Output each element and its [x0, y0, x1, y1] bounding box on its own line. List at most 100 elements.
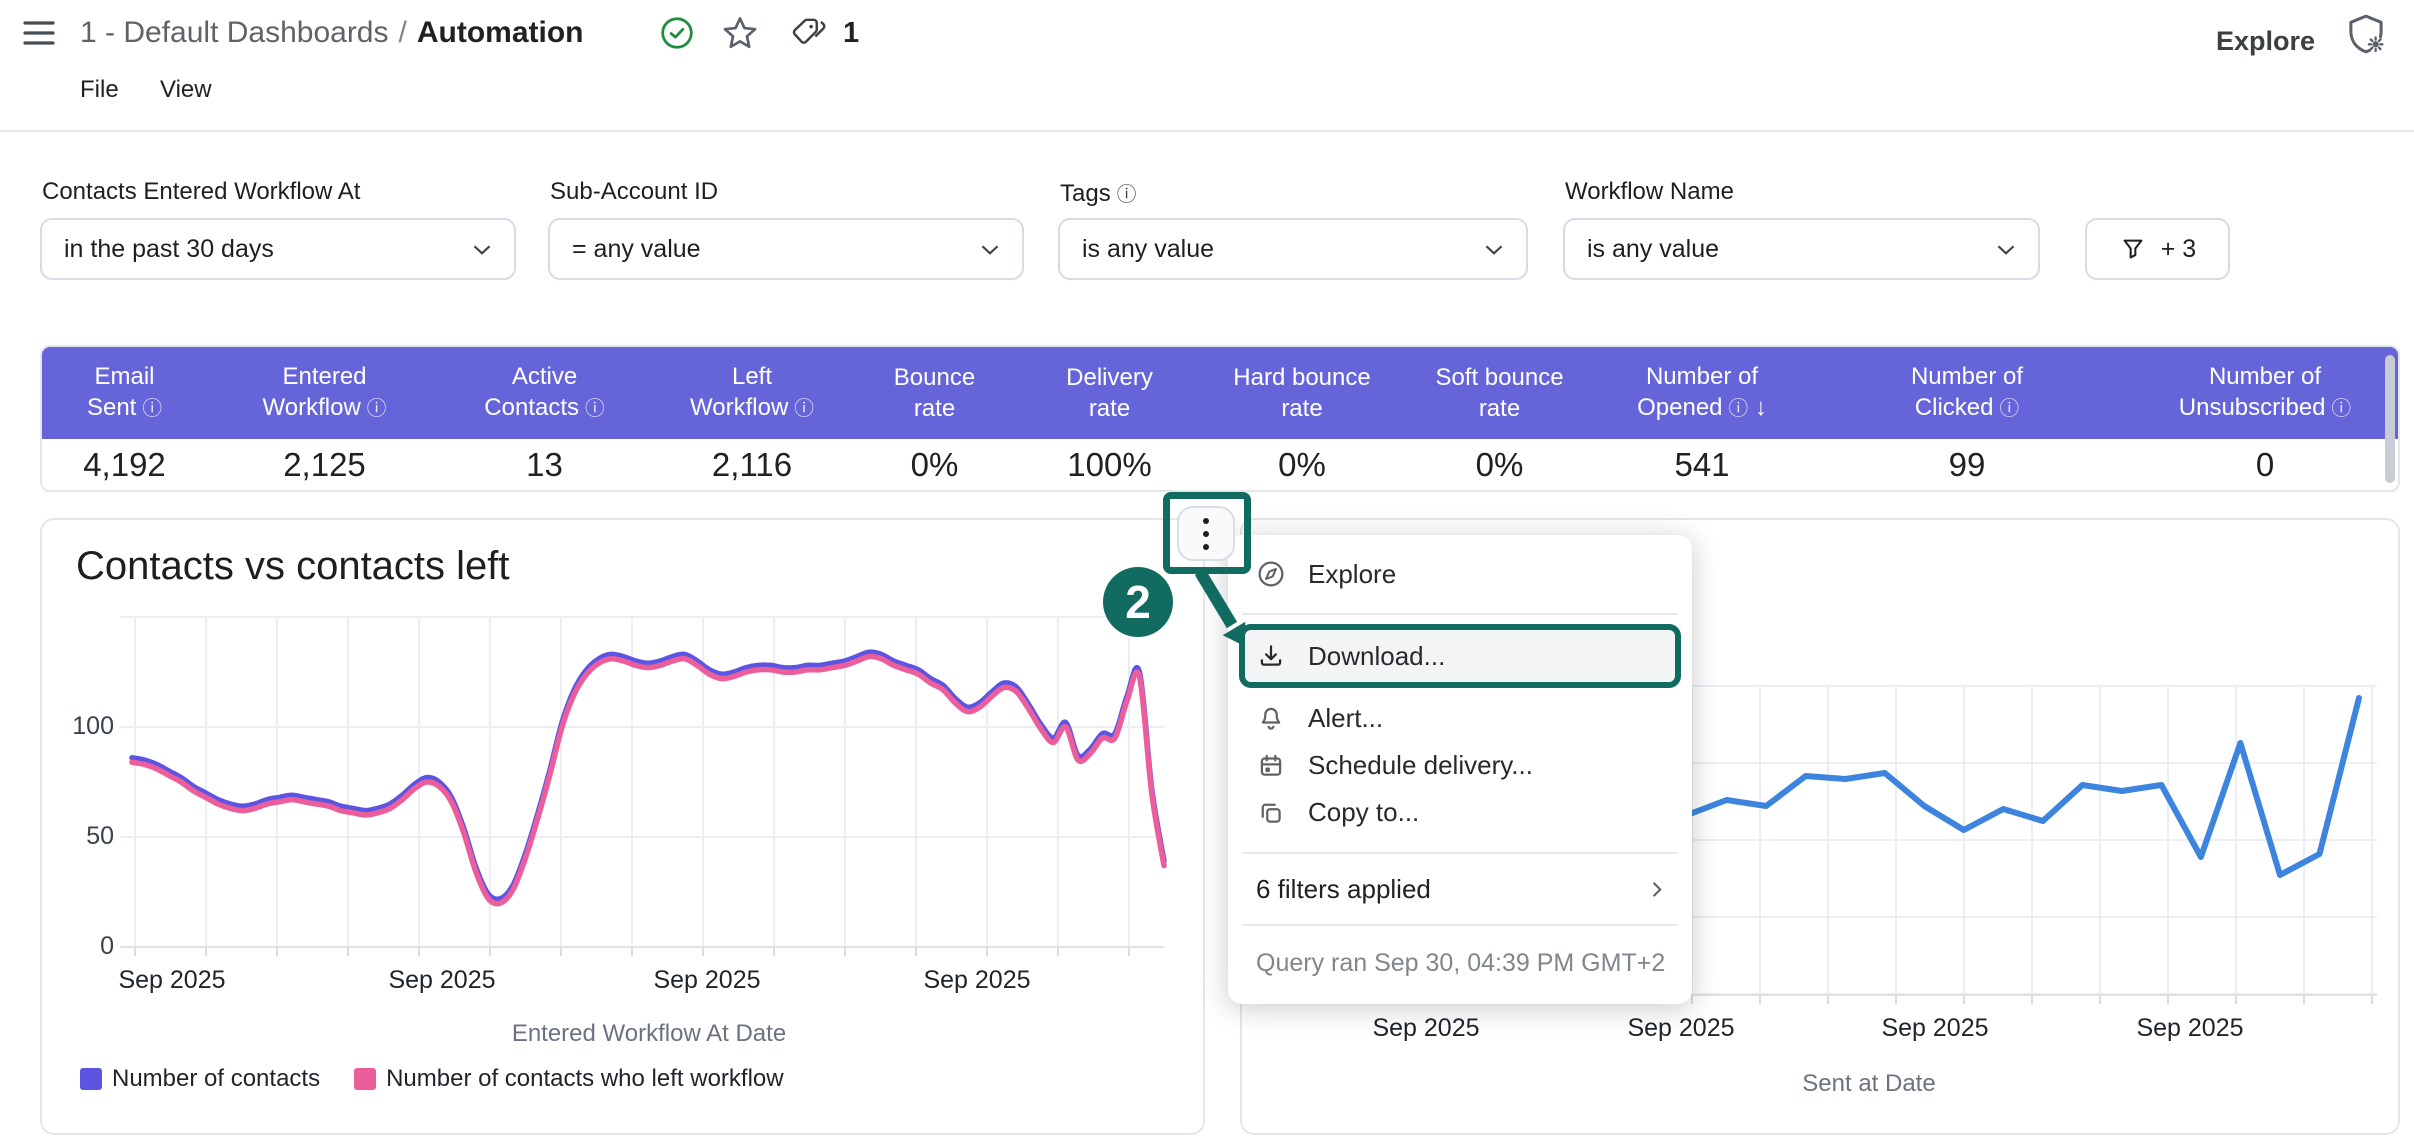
- x-axis-title: Entered Workflow At Date: [449, 1020, 849, 1048]
- table-header-row: EmailSentⓘEnteredWorkflowⓘActiveContacts…: [42, 347, 2398, 439]
- breadcrumb-root[interactable]: 1 - Default Dashboards: [80, 16, 389, 49]
- breadcrumb-current: Automation: [417, 16, 584, 49]
- menu-item-filters-applied[interactable]: 6 filters applied: [1228, 854, 1692, 924]
- info-icon[interactable]: ⓘ: [1729, 398, 1749, 420]
- kpi-summary-table: EmailSentⓘEnteredWorkflowⓘActiveContacts…: [40, 345, 2400, 492]
- tile-context-menu: Explore Download... Alert... Schedule de…: [1228, 535, 1692, 1004]
- chevron-right-icon: [1644, 876, 1670, 902]
- table-header-cell[interactable]: Number ofOpenedⓘ ↓: [1602, 347, 1802, 439]
- table-header-cell[interactable]: EmailSentⓘ: [42, 347, 207, 439]
- legend-swatch-pink: [354, 1068, 376, 1090]
- info-icon[interactable]: ⓘ: [794, 398, 814, 420]
- info-icon[interactable]: ⓘ: [367, 398, 387, 420]
- legend-label: Number of contacts: [112, 1065, 320, 1093]
- filter-label-tags: Tagsⓘ: [1060, 178, 1136, 208]
- funnel-icon: [2119, 235, 2147, 263]
- legend-item-left-workflow[interactable]: Number of contacts who left workflow: [354, 1065, 784, 1093]
- filter-value: = any value: [572, 235, 701, 264]
- menu-item-alert[interactable]: Alert...: [1228, 695, 1692, 742]
- breadcrumb-separator: /: [389, 16, 417, 49]
- y-tick-50: 50: [50, 822, 114, 851]
- table-value-cell: 541: [1602, 439, 1802, 490]
- menu-item-schedule-delivery[interactable]: Schedule delivery...: [1228, 742, 1692, 789]
- menu-item-copy-to[interactable]: Copy to...: [1228, 789, 1692, 836]
- chart-card-contacts: Contacts vs contacts left 100 50 0 Sep 2…: [40, 518, 1205, 1135]
- x-tick: Sep 2025: [1845, 1014, 2025, 1043]
- chevron-down-icon: [980, 243, 1000, 256]
- tags-button[interactable]: 1: [789, 14, 859, 52]
- favorite-star-icon[interactable]: [721, 14, 759, 52]
- y-tick-0: 0: [50, 932, 114, 961]
- menu-item-explore[interactable]: Explore: [1228, 535, 1692, 613]
- table-scrollbar[interactable]: [2385, 355, 2395, 483]
- filter-label-entered-workflow: Contacts Entered Workflow At: [42, 178, 360, 206]
- tags-icon: [789, 14, 829, 52]
- table-header-cell[interactable]: EnteredWorkflowⓘ: [207, 347, 442, 439]
- table-header-cell[interactable]: LeftWorkflowⓘ: [647, 347, 857, 439]
- menu-item-label: Alert...: [1308, 703, 1383, 734]
- table-value-cell: 0%: [857, 439, 1012, 490]
- table-header-cell[interactable]: Bouncerate: [857, 347, 1012, 439]
- sort-desc-icon: ↓: [1748, 394, 1767, 421]
- filter-dropdown-subaccount[interactable]: = any value: [548, 218, 1024, 280]
- table-value-cell: 4,192: [42, 439, 207, 490]
- table-header-cell[interactable]: Deliveryrate: [1012, 347, 1207, 439]
- x-tick: Sep 2025: [352, 966, 532, 995]
- info-icon[interactable]: ⓘ: [585, 398, 605, 420]
- query-ran-text: Query ran Sep 30, 04:39 PM GMT+2: [1256, 949, 1665, 978]
- table-value-cell: 2,116: [647, 439, 857, 490]
- table-value-cell: 0%: [1397, 439, 1602, 490]
- table-value-cell: 2,125: [207, 439, 442, 490]
- hamburger-menu-icon[interactable]: [22, 18, 56, 48]
- info-icon[interactable]: ⓘ: [2332, 398, 2352, 420]
- chevron-down-icon: [472, 243, 492, 256]
- menu-item-download[interactable]: Download...: [1245, 630, 1675, 682]
- x-tick: Sep 2025: [1591, 1014, 1771, 1043]
- x-tick: Sep 2025: [82, 966, 262, 995]
- filter-value: in the past 30 days: [64, 235, 274, 264]
- calendar-icon: [1256, 751, 1286, 781]
- table-header-cell[interactable]: Number ofClickedⓘ: [1802, 347, 2132, 439]
- explore-top-button[interactable]: Explore: [2216, 26, 2315, 57]
- filter-dropdown-workflow-name[interactable]: is any value: [1563, 218, 2040, 280]
- x-axis-title: Sent at Date: [1669, 1070, 2069, 1098]
- table-header-cell[interactable]: Number ofUnsubscribedⓘ: [2132, 347, 2398, 439]
- filter-label-subaccount: Sub-Account ID: [550, 178, 718, 206]
- table-header-cell[interactable]: ActiveContactsⓘ: [442, 347, 647, 439]
- copy-icon: [1256, 798, 1286, 828]
- table-value-cell: 100%: [1012, 439, 1207, 490]
- chart-legend: Number of contacts Number of contacts wh…: [80, 1065, 784, 1093]
- filters-applied-label: 6 filters applied: [1256, 874, 1431, 905]
- legend-item-contacts[interactable]: Number of contacts: [80, 1065, 320, 1093]
- more-filters-button[interactable]: + 3: [2085, 218, 2230, 280]
- x-tick: Sep 2025: [617, 966, 797, 995]
- menu-item-label: Explore: [1308, 559, 1396, 590]
- verified-check-icon[interactable]: [659, 15, 695, 51]
- x-tick: Sep 2025: [2100, 1014, 2280, 1043]
- info-icon[interactable]: ⓘ: [142, 398, 162, 420]
- step-2-badge: 2: [1103, 567, 1173, 637]
- more-filters-count: + 3: [2161, 235, 2196, 264]
- table-header-cell[interactable]: Soft bouncerate: [1397, 347, 1602, 439]
- bell-icon: [1256, 704, 1286, 734]
- filter-dropdown-tags[interactable]: is any value: [1058, 218, 1528, 280]
- table-value-cell: 13: [442, 439, 647, 490]
- y-tick-100: 100: [50, 712, 114, 741]
- menu-file[interactable]: File: [80, 76, 119, 104]
- x-tick: Sep 2025: [887, 966, 1067, 995]
- table-value-row: 4,1922,125132,1160%100%0%0%541990: [42, 439, 2398, 490]
- filter-value: is any value: [1082, 235, 1214, 264]
- table-value-cell: 0%: [1207, 439, 1397, 490]
- legend-label: Number of contacts who left workflow: [386, 1065, 784, 1093]
- table-value-cell: 0: [2132, 439, 2398, 490]
- menu-view[interactable]: View: [160, 76, 212, 104]
- table-header-cell[interactable]: Hard bouncerate: [1207, 347, 1397, 439]
- download-highlight-annotation: Download...: [1239, 624, 1681, 688]
- shield-gear-admin-icon[interactable]: [2344, 12, 2388, 56]
- info-icon[interactable]: ⓘ: [1117, 184, 1137, 206]
- filter-dropdown-entered-workflow[interactable]: in the past 30 days: [40, 218, 516, 280]
- filter-value: is any value: [1587, 235, 1719, 264]
- menu-item-label: Schedule delivery...: [1308, 750, 1533, 781]
- info-icon[interactable]: ⓘ: [2000, 398, 2020, 420]
- menu-divider: [1242, 613, 1678, 615]
